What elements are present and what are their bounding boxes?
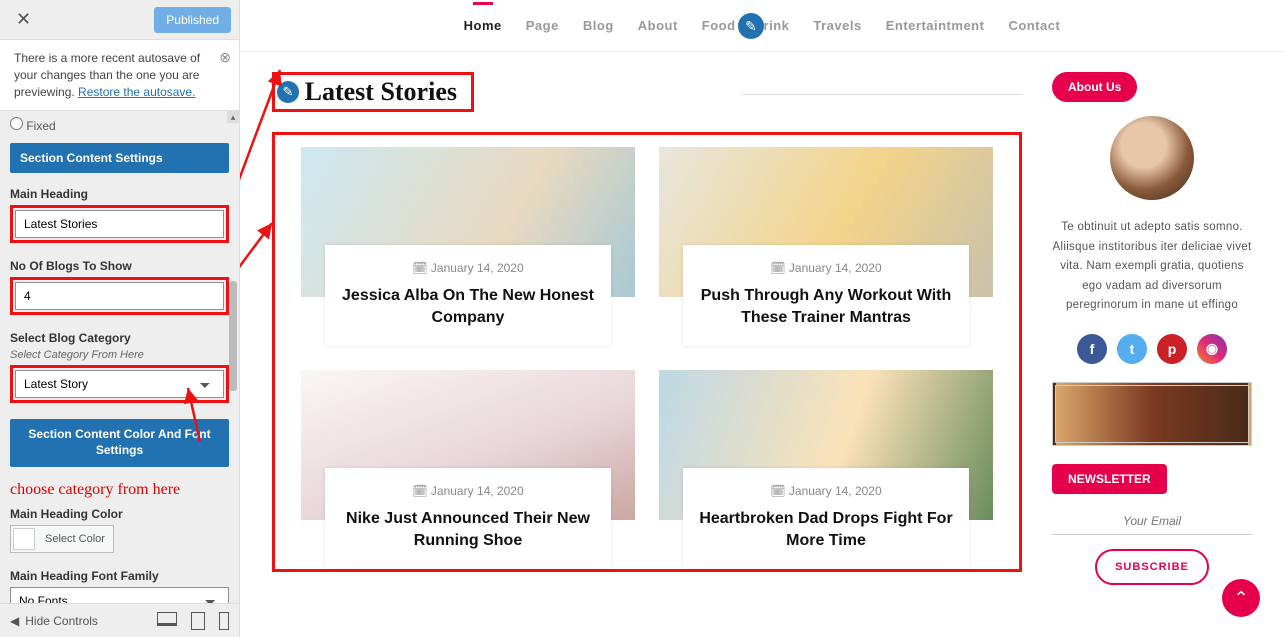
subscribe-button[interactable]: SUBSCRIBE	[1095, 549, 1209, 585]
select-category-label: Select Blog Category	[10, 331, 229, 345]
story-title: Jessica Alba On The New Honest Company	[337, 285, 599, 328]
section-content-settings-accordion[interactable]: Section Content Settings	[10, 143, 229, 173]
author-avatar	[1110, 116, 1194, 200]
section-color-font-accordion[interactable]: Section Content Color And Font Settings	[10, 419, 229, 466]
nav-item-about[interactable]: About	[638, 18, 678, 33]
heading-divider	[742, 94, 1022, 95]
about-text: Te obtinuit ut adepto satis somno. Aliis…	[1052, 218, 1252, 316]
no-blogs-label: No Of Blogs To Show	[10, 259, 229, 273]
main-heading-color-label: Main Heading Color	[10, 507, 229, 521]
edit-shortcut-icon[interactable]: ✎	[738, 13, 764, 39]
edit-shortcut-icon[interactable]: ✎	[277, 81, 299, 103]
story-title: Heartbroken Dad Drops Fight For More Tim…	[695, 508, 957, 551]
select-category-hint: Select Category From Here	[10, 349, 229, 361]
autosave-notice: There is a more recent autosave of your …	[0, 40, 239, 111]
scroll-up-icon[interactable]: ▴	[227, 111, 239, 123]
restore-autosave-link[interactable]: Restore the autosave.	[78, 85, 195, 99]
nav-item-page[interactable]: Page	[526, 18, 559, 33]
story-card[interactable]: 🗓 January 14, 2020 Push Through Any Worko…	[659, 147, 993, 346]
story-card[interactable]: 🗓 January 14, 2020 Jessica Alba On The Ne…	[301, 147, 635, 346]
no-blogs-input[interactable]	[15, 282, 224, 310]
fixed-radio[interactable]	[10, 117, 23, 130]
story-title: Nike Just Announced Their New Running Sh…	[337, 508, 599, 551]
site-nav: HomePageBlogAboutFood & DrinkTravelsEnte…	[240, 0, 1284, 52]
nav-item-travels[interactable]: Travels	[813, 18, 861, 33]
story-date: 🗓 January 14, 2020	[695, 261, 957, 275]
chevron-left-icon: ◀	[10, 614, 19, 628]
about-us-pill: About Us	[1052, 72, 1137, 102]
main-heading-input[interactable]	[15, 210, 224, 238]
tablet-preview-icon[interactable]	[191, 612, 205, 630]
story-date: 🗓 January 14, 2020	[337, 261, 599, 275]
story-title: Push Through Any Workout With These Trai…	[695, 285, 957, 328]
fixed-radio-row[interactable]: Fixed	[10, 117, 229, 133]
annotation-choose-category: choose category from here	[10, 481, 229, 499]
main-heading-label: Main Heading	[10, 187, 229, 201]
close-customizer-icon[interactable]: ✕	[8, 5, 39, 34]
twitter-icon[interactable]: t	[1117, 334, 1147, 364]
story-date: 🗓 January 14, 2020	[695, 484, 957, 498]
hide-controls-label: Hide Controls	[25, 614, 98, 628]
category-select[interactable]: Latest Story	[15, 370, 224, 398]
scroll-thumb[interactable]	[229, 281, 237, 391]
mobile-preview-icon[interactable]	[219, 612, 229, 630]
chevron-up-icon: ⌃	[1233, 588, 1248, 609]
nav-item-blog[interactable]: Blog	[583, 18, 614, 33]
promo-banner[interactable]	[1052, 382, 1252, 446]
section-heading-highlight: ✎ Latest Stories	[272, 72, 474, 112]
pinterest-icon[interactable]: p	[1157, 334, 1187, 364]
newsletter-pill: NEWSLETTER	[1052, 464, 1167, 494]
color-picker-button[interactable]: Select Color	[10, 525, 114, 553]
instagram-icon[interactable]: ◉	[1197, 334, 1227, 364]
select-color-label: Select Color	[39, 533, 111, 545]
color-swatch	[13, 528, 35, 550]
hide-controls-button[interactable]: ◀ Hide Controls	[10, 614, 157, 628]
nav-item-home[interactable]: Home	[464, 18, 502, 33]
published-button[interactable]: Published	[154, 7, 231, 33]
font-family-select[interactable]: No Fonts	[10, 587, 229, 603]
nav-item-entertaintment[interactable]: Entertaintment	[886, 18, 985, 33]
stories-grid-highlight: 🗓 January 14, 2020 Jessica Alba On The Ne…	[272, 132, 1022, 572]
story-date: 🗓 January 14, 2020	[337, 484, 599, 498]
facebook-icon[interactable]: f	[1077, 334, 1107, 364]
desktop-preview-icon[interactable]	[157, 612, 177, 626]
story-card[interactable]: 🗓 January 14, 2020 Heartbroken Dad Drops …	[659, 370, 993, 569]
nav-item-contact[interactable]: Contact	[1008, 18, 1060, 33]
sidebar-scrollbar[interactable]: ▴	[227, 111, 239, 603]
section-heading: Latest Stories	[305, 77, 457, 106]
scroll-to-top-button[interactable]: ⌃	[1222, 579, 1260, 617]
dismiss-notice-icon[interactable]: ⊗	[219, 48, 231, 68]
fixed-label: Fixed	[26, 119, 55, 133]
newsletter-email-input[interactable]	[1052, 508, 1252, 535]
story-card[interactable]: 🗓 January 14, 2020 Nike Just Announced Th…	[301, 370, 635, 569]
font-family-label: Main Heading Font Family	[10, 569, 229, 583]
